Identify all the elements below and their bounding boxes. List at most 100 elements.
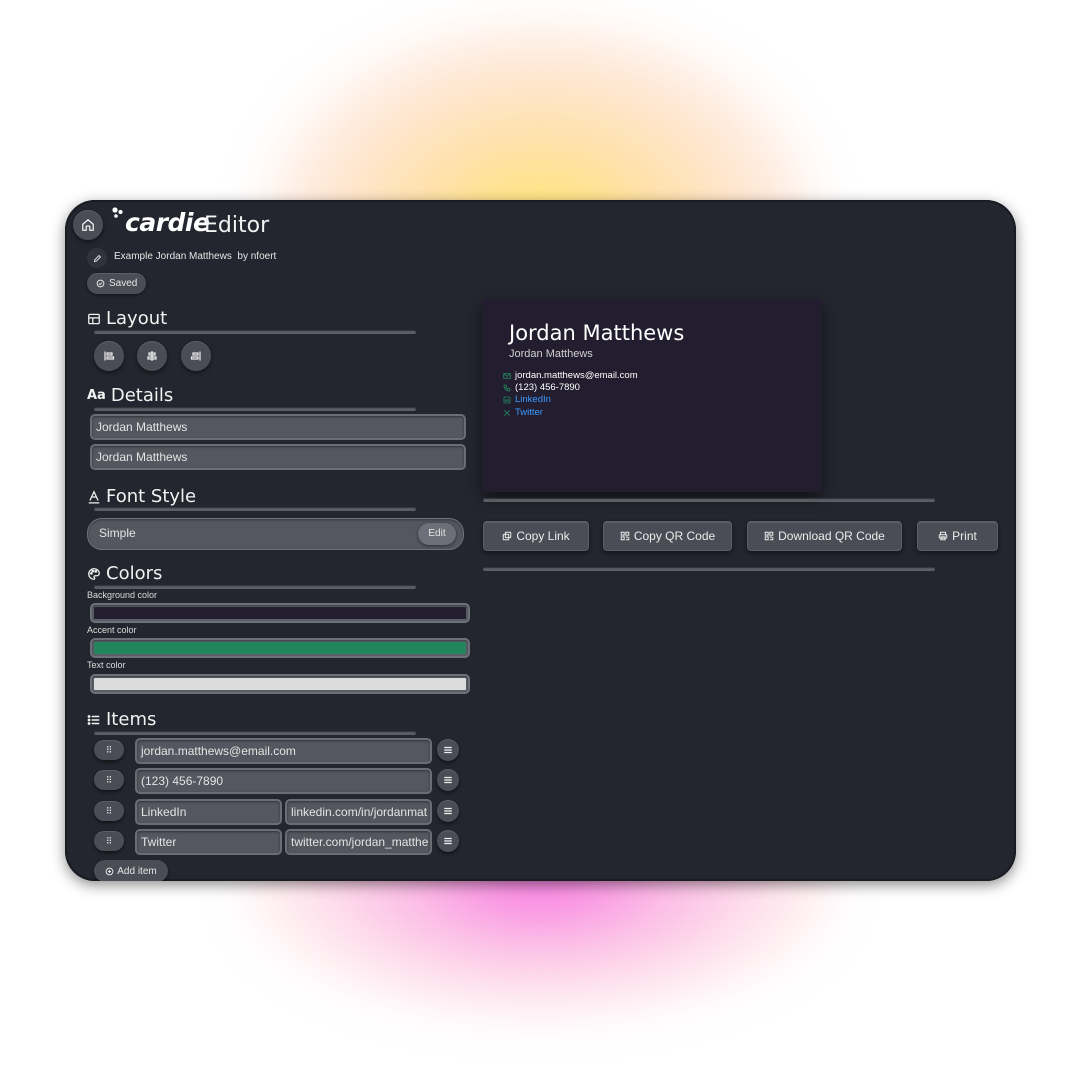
- item-value-input[interactable]: twitter.com/jordan_matthe: [285, 829, 432, 855]
- qr-code-icon: [764, 531, 774, 541]
- plus-circle-icon: [105, 867, 114, 875]
- colors-title-text: Colors: [106, 563, 163, 584]
- x-icon: [504, 409, 510, 416]
- card-name: Jordan Matthews: [509, 321, 685, 345]
- item-value-input[interactable]: jordan.matthews@email.com: [135, 738, 432, 764]
- item-drag-handle[interactable]: ⠿: [94, 831, 124, 851]
- drag-dots-icon: ⠿: [105, 774, 113, 785]
- layout-divider: [94, 330, 416, 334]
- print-label: Print: [952, 529, 977, 543]
- text-color-picker[interactable]: [90, 674, 470, 694]
- font-edit-button[interactable]: Edit: [418, 523, 456, 545]
- background-color-picker[interactable]: [90, 603, 470, 623]
- accent-color-swatch: [94, 642, 466, 654]
- printer-icon: [938, 531, 948, 541]
- layout-left-button[interactable]: [94, 341, 124, 371]
- card-email-row: jordan.matthews@email.com: [503, 370, 638, 381]
- details-section-title: Aa Details: [87, 385, 173, 406]
- document-info: Example Jordan Matthews by nfoert: [114, 251, 276, 262]
- check-circle-icon: [96, 279, 105, 288]
- card-twitter-row[interactable]: Twitter: [503, 407, 543, 418]
- preview-divider-top: [483, 498, 935, 502]
- linkedin-icon: [503, 396, 511, 403]
- text-color-label: Text color: [87, 660, 126, 670]
- list-icon: [87, 714, 100, 725]
- accent-color-label: Accent color: [87, 625, 137, 635]
- items-divider: [94, 731, 416, 735]
- copy-qr-label: Copy QR Code: [633, 529, 716, 543]
- name-input[interactable]: Jordan Matthews: [90, 414, 466, 440]
- preview-divider-bottom: [483, 567, 935, 571]
- saved-label: Saved: [109, 278, 138, 289]
- download-qr-label: Download QR Code: [778, 529, 885, 543]
- email-icon: [503, 372, 511, 379]
- home-icon: [82, 219, 94, 231]
- card-linkedin-row[interactable]: LinkedIn: [503, 394, 551, 405]
- card-linkedin-link[interactable]: LinkedIn: [515, 394, 551, 405]
- document-author: by nfoert: [237, 251, 277, 262]
- items-section-title: Items: [87, 709, 156, 730]
- layout-section-title: Layout: [87, 308, 167, 329]
- item-menu-button[interactable]: [437, 800, 459, 822]
- rename-button[interactable]: [87, 248, 107, 268]
- logo-text: cardie: [125, 208, 210, 237]
- layout-center-button[interactable]: [137, 341, 167, 371]
- copy-link-label: Copy Link: [516, 529, 570, 543]
- menu-icon: [444, 837, 452, 845]
- text-color-swatch: [94, 678, 466, 690]
- text-size-icon: Aa: [87, 388, 106, 403]
- align-right-icon: [190, 351, 201, 361]
- drag-dots-icon: ⠿: [105, 835, 113, 846]
- font-style-section-title: Font Style: [87, 486, 196, 507]
- item-menu-button[interactable]: [437, 739, 459, 761]
- title-input[interactable]: Jordan Matthews: [90, 444, 466, 470]
- font-icon: [88, 489, 100, 503]
- logo-sparkle-icon: [112, 207, 123, 218]
- item-value-input[interactable]: linkedin.com/in/jordanmat: [285, 799, 432, 825]
- background-color-swatch: [94, 607, 466, 619]
- layout-right-button[interactable]: [181, 341, 211, 371]
- card-twitter-link[interactable]: Twitter: [515, 407, 543, 418]
- item-value-input[interactable]: (123) 456-7890: [135, 768, 432, 794]
- drag-dots-icon: ⠿: [105, 744, 113, 755]
- font-style-selector[interactable]: Simple Edit: [87, 518, 464, 550]
- palette-icon: [88, 567, 100, 580]
- menu-icon: [444, 776, 452, 784]
- qr-code-icon: [620, 531, 630, 541]
- copy-icon: [503, 531, 512, 541]
- pencil-icon: [93, 254, 101, 262]
- align-left-icon: [104, 351, 115, 361]
- layout-title-text: Layout: [106, 308, 168, 329]
- copy-link-button[interactable]: Copy Link: [483, 521, 589, 551]
- font-style-name: Simple: [99, 526, 136, 540]
- item-drag-handle[interactable]: ⠿: [94, 770, 124, 790]
- accent-color-picker[interactable]: [90, 638, 470, 658]
- item-drag-handle[interactable]: ⠿: [94, 740, 124, 760]
- saved-status-badge: Saved: [87, 273, 147, 294]
- menu-icon: [444, 746, 452, 754]
- item-menu-button[interactable]: [437, 769, 459, 791]
- card-phone-row: (123) 456-7890: [503, 382, 580, 393]
- copy-qr-button[interactable]: Copy QR Code: [603, 521, 732, 551]
- card-phone: (123) 456-7890: [515, 382, 580, 393]
- item-drag-handle[interactable]: ⠿: [94, 801, 124, 821]
- print-button[interactable]: Print: [917, 521, 998, 551]
- details-title-text: Details: [110, 385, 174, 406]
- menu-icon: [444, 807, 452, 815]
- home-button[interactable]: [73, 210, 103, 240]
- add-item-button[interactable]: Add item: [94, 860, 168, 881]
- item-label-input[interactable]: LinkedIn: [135, 799, 282, 825]
- font-style-divider: [94, 507, 416, 511]
- phone-icon: [503, 384, 511, 391]
- align-center-icon: [147, 351, 157, 361]
- cardie-logo: cardie: [111, 206, 210, 240]
- page-title: Editor: [204, 213, 270, 238]
- item-menu-button[interactable]: [437, 830, 459, 852]
- colors-section-title: Colors: [87, 563, 162, 584]
- card-email: jordan.matthews@email.com: [515, 370, 638, 381]
- download-qr-button[interactable]: Download QR Code: [747, 521, 902, 551]
- items-title-text: Items: [106, 709, 157, 730]
- editor-window: cardie Editor Example Jordan Matthews by…: [65, 200, 1016, 881]
- font-style-title-text: Font Style: [106, 486, 197, 507]
- item-label-input[interactable]: Twitter: [135, 829, 282, 855]
